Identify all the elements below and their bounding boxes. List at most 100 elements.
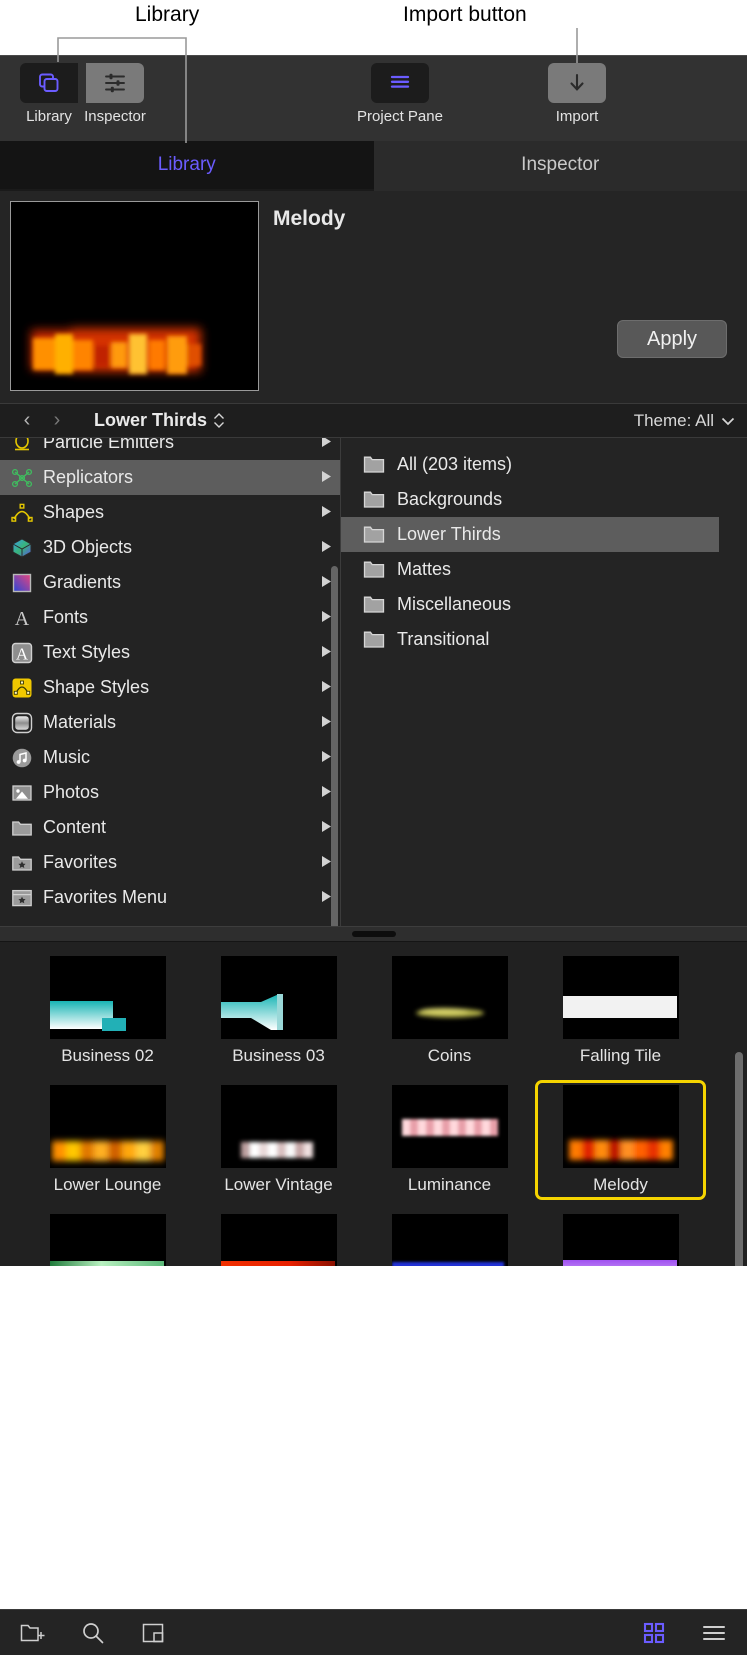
grid-cell[interactable]: Luminance xyxy=(364,1071,535,1200)
disclosure-triangle-icon[interactable] xyxy=(321,470,332,486)
folder-row-lower-thirds[interactable]: Lower Thirds xyxy=(341,517,719,552)
thumbnail-label: Business 03 xyxy=(232,1046,325,1066)
favorites-menu-icon xyxy=(10,886,34,910)
category-row-shape-styles[interactable]: Shape Styles xyxy=(0,670,340,705)
folder-row-backgrounds[interactable]: Backgrounds xyxy=(341,482,719,517)
category-row-replicators[interactable]: Replicators xyxy=(0,460,340,495)
category-row-materials[interactable]: Materials xyxy=(0,705,340,740)
grid-item-luminance[interactable]: Luminance xyxy=(364,1080,535,1200)
toolbar-item-project-pane[interactable]: Project Pane xyxy=(345,56,455,125)
nav-forward-button[interactable]: › xyxy=(42,409,72,432)
category-row-gradients[interactable]: Gradients xyxy=(0,565,340,600)
category-row-text-styles[interactable]: AText Styles xyxy=(0,635,340,670)
grid-cell[interactable]: Business 03 xyxy=(193,942,364,1071)
list-view-button[interactable] xyxy=(699,1618,729,1648)
svg-text:A: A xyxy=(16,644,29,663)
grid-cell[interactable]: Lower Vintage xyxy=(193,1071,364,1200)
new-folder-icon xyxy=(20,1622,46,1644)
category-row-content[interactable]: Content xyxy=(0,810,340,845)
nav-back-button[interactable]: ‹ xyxy=(12,409,42,432)
grid-item-coins[interactable]: Coins xyxy=(364,951,535,1071)
browser-navbar: ‹ › Lower Thirds Theme: All xyxy=(0,403,747,438)
horizontal-splitter[interactable] xyxy=(0,926,747,942)
import-group: Import xyxy=(544,56,610,125)
grid-cell[interactable]: Modern 02 xyxy=(193,1200,364,1266)
grid-cell[interactable]: Melody xyxy=(535,1071,706,1200)
category-label: Photos xyxy=(43,782,99,803)
category-row-shapes[interactable]: Shapes xyxy=(0,495,340,530)
category-row-particle-emitters[interactable]: Particle Emitters xyxy=(0,438,340,460)
thumbnail-image xyxy=(221,956,337,1039)
replicator-icon xyxy=(10,466,34,490)
grid-view-button[interactable] xyxy=(639,1618,669,1648)
path-label: Lower Thirds xyxy=(94,410,207,431)
grid-cell[interactable]: Pop Up xyxy=(535,1200,706,1266)
folder-row-miscellaneous[interactable]: Miscellaneous xyxy=(341,587,719,622)
splitter-grip[interactable] xyxy=(352,931,396,937)
photo-icon xyxy=(10,781,34,805)
theme-filter-button[interactable]: Theme: All xyxy=(634,411,735,431)
category-row-photos[interactable]: Photos xyxy=(0,775,340,810)
category-scrollbar[interactable] xyxy=(331,566,338,926)
grid-cell[interactable]: Falling Tile xyxy=(535,942,706,1071)
category-column[interactable]: Particle EmittersReplicatorsShapes3D Obj… xyxy=(0,438,341,926)
music-note-icon xyxy=(10,746,34,770)
inspector-button[interactable] xyxy=(86,63,144,103)
svg-text:A: A xyxy=(15,608,30,629)
category-row-favorites[interactable]: Favorites xyxy=(0,845,340,880)
path-popup-button[interactable]: Lower Thirds xyxy=(94,410,225,431)
project-pane-button[interactable] xyxy=(371,63,429,103)
grid-cell[interactable]: Coins xyxy=(364,942,535,1071)
toolbar-item-inspector[interactable]: Inspector xyxy=(82,56,148,125)
sidebar-toggle-button[interactable] xyxy=(138,1618,168,1648)
folder-row-all-203-items-[interactable]: All (203 items) xyxy=(341,447,719,482)
grid-cell[interactable]: Lower Lounge xyxy=(22,1071,193,1200)
category-row-fonts[interactable]: AFonts xyxy=(0,600,340,635)
top-toolbar: Library xyxy=(0,55,747,141)
disclosure-triangle-icon[interactable] xyxy=(321,540,332,556)
disclosure-triangle-icon[interactable] xyxy=(321,505,332,521)
theme-label: Theme: All xyxy=(634,411,714,431)
grid-item-melody[interactable]: Melody xyxy=(535,1080,706,1200)
toolbar-label-import: Import xyxy=(556,108,599,125)
thumbnail-label: Falling Tile xyxy=(580,1046,661,1066)
grid-item-business-02[interactable]: Business 02 xyxy=(22,951,193,1071)
grid-item-lower-vintage[interactable]: Lower Vintage xyxy=(193,1080,364,1200)
library-button[interactable] xyxy=(20,63,78,103)
grid-cell[interactable]: Neon xyxy=(364,1200,535,1266)
tab-library[interactable]: Library xyxy=(0,141,374,191)
thumbnail-image xyxy=(392,1214,508,1266)
thumbnail-image xyxy=(563,956,679,1039)
grid-cell[interactable]: Modern 01 xyxy=(22,1200,193,1266)
folder-list: All (203 items)BackgroundsLower ThirdsMa… xyxy=(341,447,747,657)
category-label: Content xyxy=(43,817,106,838)
new-folder-button[interactable] xyxy=(18,1618,48,1648)
tab-inspector[interactable]: Inspector xyxy=(374,141,747,191)
disclosure-triangle-icon[interactable] xyxy=(321,438,332,451)
import-button[interactable] xyxy=(548,63,606,103)
category-row-favorites-menu[interactable]: Favorites Menu xyxy=(0,880,340,915)
grid-item-business-03[interactable]: Business 03 xyxy=(193,951,364,1071)
grid-scrollbar[interactable] xyxy=(735,1052,743,1266)
preview-thumbnail[interactable] xyxy=(10,201,259,391)
folder-row-mattes[interactable]: Mattes xyxy=(341,552,719,587)
folder-column[interactable]: All (203 items)BackgroundsLower ThirdsMa… xyxy=(341,438,747,926)
category-row-music[interactable]: Music xyxy=(0,740,340,775)
grid-item-neon[interactable]: Neon xyxy=(364,1209,535,1266)
grid-item-lower-lounge[interactable]: Lower Lounge xyxy=(22,1080,193,1200)
folder-row-transitional[interactable]: Transitional xyxy=(341,622,719,657)
toolbar-item-library[interactable]: Library xyxy=(16,56,82,125)
thumbnail-grid-area: Business 02 Business 03 Coins Falling Tile L… xyxy=(0,942,747,1266)
grid-cell[interactable]: Business 02 xyxy=(22,942,193,1071)
apply-button[interactable]: Apply xyxy=(617,320,727,358)
grid-item-pop-up[interactable]: Pop Up xyxy=(535,1209,706,1266)
grid-item-modern-01[interactable]: Modern 01 xyxy=(22,1209,193,1266)
grid-item-falling-tile[interactable]: Falling Tile xyxy=(535,951,706,1071)
thumbnail-label: Luminance xyxy=(408,1175,491,1195)
toolbar-item-import[interactable]: Import xyxy=(544,56,610,125)
grid-item-modern-02[interactable]: Modern 02 xyxy=(193,1209,364,1266)
shapes-icon xyxy=(10,501,34,525)
folder-icon xyxy=(363,594,387,616)
search-button[interactable] xyxy=(78,1618,108,1648)
category-row-3d-objects[interactable]: 3D Objects xyxy=(0,530,340,565)
